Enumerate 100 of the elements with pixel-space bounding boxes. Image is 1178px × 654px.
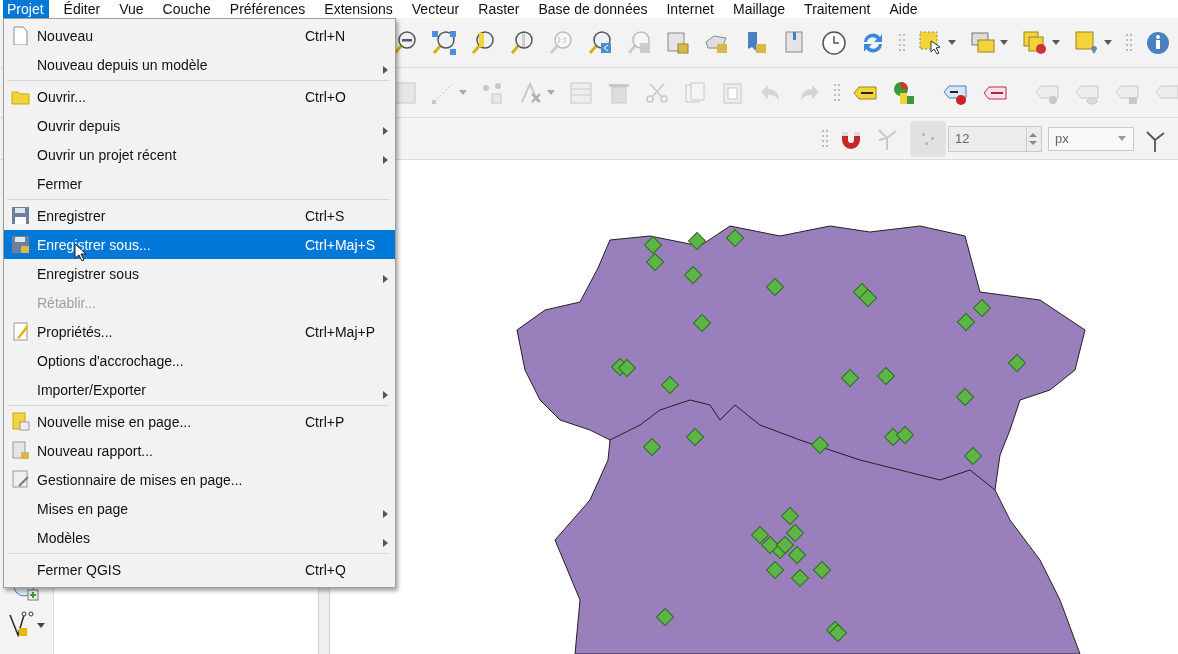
point-marker xyxy=(686,428,704,446)
caret-icon[interactable] xyxy=(947,39,957,46)
menu-item[interactable]: Propriétés... Ctrl+Maj+P xyxy=(4,317,395,346)
toolbar-grip xyxy=(1126,33,1132,52)
point-marker xyxy=(956,388,974,406)
point-marker xyxy=(684,266,702,284)
zoom-selection-icon[interactable] xyxy=(509,29,535,56)
pin-icon[interactable] xyxy=(1074,29,1100,56)
caret-icon xyxy=(1117,135,1127,142)
point-marker xyxy=(643,438,661,456)
point-marker xyxy=(841,369,859,387)
point-marker xyxy=(973,299,991,317)
info-icon[interactable] xyxy=(1145,29,1171,56)
point-marker xyxy=(957,313,975,331)
menu-title[interactable]: Extensions xyxy=(320,0,398,18)
menu-item[interactable]: Nouveau rapport... xyxy=(4,436,395,465)
point-marker xyxy=(688,232,706,250)
menu-item[interactable]: Nouveau depuis un modèle xyxy=(4,50,395,79)
shortcut-label: Ctrl+S xyxy=(305,207,345,224)
submenu-arrow-icon xyxy=(383,156,388,164)
submenu-arrow-icon xyxy=(383,66,388,74)
shortcut-label: Ctrl+Maj+S xyxy=(305,236,376,253)
point-marker xyxy=(656,608,674,626)
menu-item[interactable]: Enregistrer Ctrl+S xyxy=(4,201,395,230)
report-icon xyxy=(11,441,30,460)
point-marker xyxy=(761,536,779,554)
toolbar-grip xyxy=(822,129,828,148)
menu-item[interactable]: Modèles xyxy=(4,523,395,552)
menu-item[interactable]: Nouvelle mise en page... Ctrl+P xyxy=(4,407,395,436)
point-marker xyxy=(726,229,744,247)
menu-item[interactable]: Ouvrir... Ctrl+O xyxy=(4,82,395,111)
zoom-next-icon[interactable] xyxy=(626,29,652,56)
menu-item[interactable]: Ouvrir un projet récent xyxy=(4,140,395,169)
submenu-arrow-icon xyxy=(383,275,388,283)
clock-icon[interactable] xyxy=(821,29,847,56)
zoom-last-icon[interactable] xyxy=(587,29,613,56)
page-icon xyxy=(11,26,30,45)
submenu-arrow-icon xyxy=(383,539,388,547)
menu-title[interactable]: Couche xyxy=(158,0,216,18)
menu-title[interactable]: Aide xyxy=(885,0,923,18)
point-marker xyxy=(859,289,877,307)
point-marker xyxy=(766,561,784,579)
menu-item[interactable]: Importer/Exporter xyxy=(4,375,395,404)
toolbar-grip xyxy=(834,83,840,102)
point-marker xyxy=(776,536,794,554)
menu-title[interactable]: Maillage xyxy=(728,0,791,18)
point-marker xyxy=(896,426,914,444)
point-marker xyxy=(751,526,769,544)
point-marker xyxy=(693,314,711,332)
shortcut-label: Ctrl+Maj+P xyxy=(305,323,376,340)
caret-icon[interactable] xyxy=(1051,39,1061,46)
menu-title[interactable]: Traitement xyxy=(800,0,876,18)
caret-icon[interactable] xyxy=(1103,39,1113,46)
menu-title[interactable]: Préférences xyxy=(225,0,311,18)
shortcut-label: Ctrl+P xyxy=(305,413,345,430)
menu-item[interactable]: Gestionnaire de mises en page... xyxy=(4,465,395,494)
zoom-layer-icon[interactable] xyxy=(470,29,496,56)
spin-arrows-icon xyxy=(1027,130,1039,147)
point-marker xyxy=(877,367,895,385)
point-marker xyxy=(786,524,804,542)
units-dropdown[interactable]: px xyxy=(1048,126,1134,151)
point-marker xyxy=(791,569,809,587)
layers-icon[interactable] xyxy=(1022,29,1048,56)
menu-title[interactable]: Raster xyxy=(474,0,525,18)
tolerance-field[interactable]: 12 xyxy=(948,125,1042,152)
submenu-arrow-icon xyxy=(383,127,388,135)
shortcut-label: Ctrl+N xyxy=(305,27,346,44)
submenu-arrow-icon xyxy=(383,391,388,399)
point-marker xyxy=(644,236,662,254)
point-marker xyxy=(646,253,664,271)
menu-item[interactable]: Fermer QGIS Ctrl+Q xyxy=(4,555,395,584)
menu-item[interactable]: Fermer xyxy=(4,169,395,198)
point-marker xyxy=(811,436,829,454)
map-sheet-icon[interactable] xyxy=(665,29,691,56)
layout-icon xyxy=(11,412,30,431)
menu-title[interactable]: Éditer xyxy=(59,0,106,18)
point-marker xyxy=(1008,354,1026,372)
point-marker xyxy=(964,447,982,465)
caret-icon[interactable] xyxy=(999,39,1009,46)
menu-item[interactable]: Nouveau Ctrl+N xyxy=(4,21,395,50)
zoom-native-icon[interactable] xyxy=(548,29,574,56)
point-marker xyxy=(813,561,831,579)
zoom-full-icon[interactable] xyxy=(431,29,457,56)
dots-icon xyxy=(920,130,936,147)
point-marker xyxy=(884,428,902,446)
shortcut-label: Ctrl+Q xyxy=(305,561,346,578)
menu-title[interactable]: Vecteur xyxy=(407,0,465,18)
menu-title[interactable]: Vue xyxy=(115,0,149,18)
menu-title[interactable]: Internet xyxy=(662,0,719,18)
menu-item[interactable]: Enregistrer sous... Ctrl+Maj+S xyxy=(4,230,395,259)
menu-title[interactable]: Base de données xyxy=(534,0,653,18)
point-marker xyxy=(781,507,799,525)
menu-item[interactable]: Ouvrir depuis xyxy=(4,111,395,140)
notepad-icon xyxy=(11,322,30,341)
menu-item[interactable]: Options d'accrochage... xyxy=(4,346,395,375)
menu-title[interactable]: Projet xyxy=(3,0,49,18)
point-marker xyxy=(661,376,679,394)
menu-item[interactable]: Mises en page xyxy=(4,494,395,523)
point-marker xyxy=(788,546,806,564)
menu-item[interactable]: Enregistrer sous xyxy=(4,259,395,288)
